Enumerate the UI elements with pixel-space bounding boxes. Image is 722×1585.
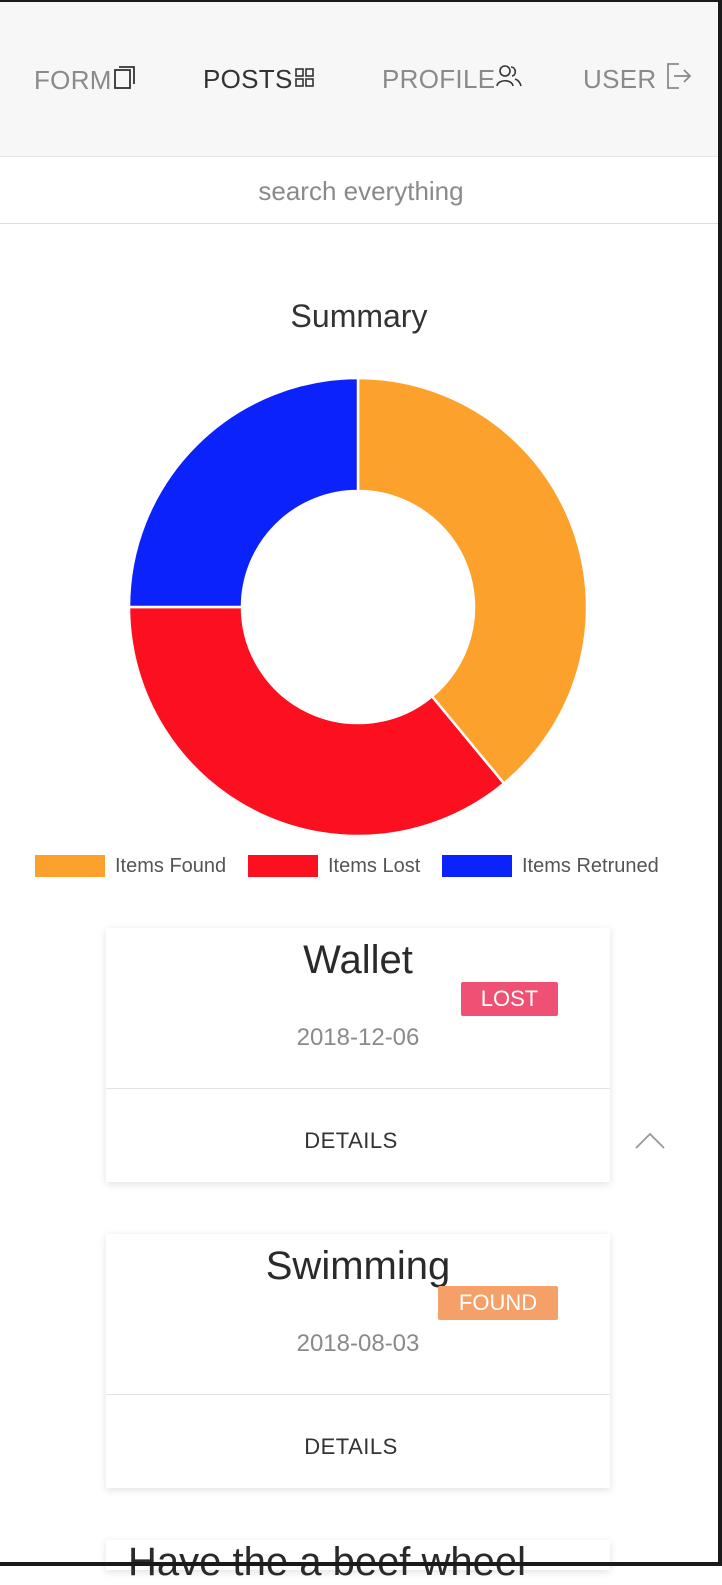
legend-label: Items Found — [115, 854, 227, 877]
legend-item-items-returned[interactable]: Items Retruned — [442, 855, 659, 877]
post-card: Wallet LOST 2018-12-06 DETAILS — [106, 928, 610, 1182]
chevron-up-icon[interactable] — [634, 1130, 666, 1155]
window-frame-bottom — [0, 1562, 722, 1566]
legend-swatch — [35, 855, 105, 877]
details-button[interactable]: DETAILS — [106, 1128, 596, 1154]
post-date: 2018-08-03 — [296, 1330, 420, 1357]
donut-slice-items-lost[interactable] — [127, 605, 506, 838]
status-badge-found: FOUND — [438, 1286, 558, 1320]
details-button[interactable]: DETAILS — [106, 1434, 596, 1460]
donut-chart — [127, 376, 589, 838]
donut-slice-items-retruned[interactable] — [127, 376, 360, 609]
window-frame-right — [718, 0, 722, 1566]
post-card: Swimming FOUND 2018-08-03 DETAILS — [106, 1234, 610, 1488]
status-badge-lost: LOST — [461, 982, 558, 1016]
post-title: Wallet — [303, 938, 413, 982]
legend-label: Items Lost — [328, 854, 421, 877]
legend-swatch — [442, 855, 512, 877]
legend-swatch — [248, 855, 318, 877]
legend-item-items-lost[interactable]: Items Lost — [248, 855, 420, 877]
card-divider — [106, 1088, 610, 1089]
card-divider — [106, 1394, 610, 1395]
legend-item-items-found[interactable]: Items Found — [35, 855, 226, 877]
post-title: Swimming — [265, 1244, 451, 1288]
post-date: 2018-12-06 — [296, 1024, 420, 1051]
legend-label: Items Retruned — [522, 854, 659, 877]
